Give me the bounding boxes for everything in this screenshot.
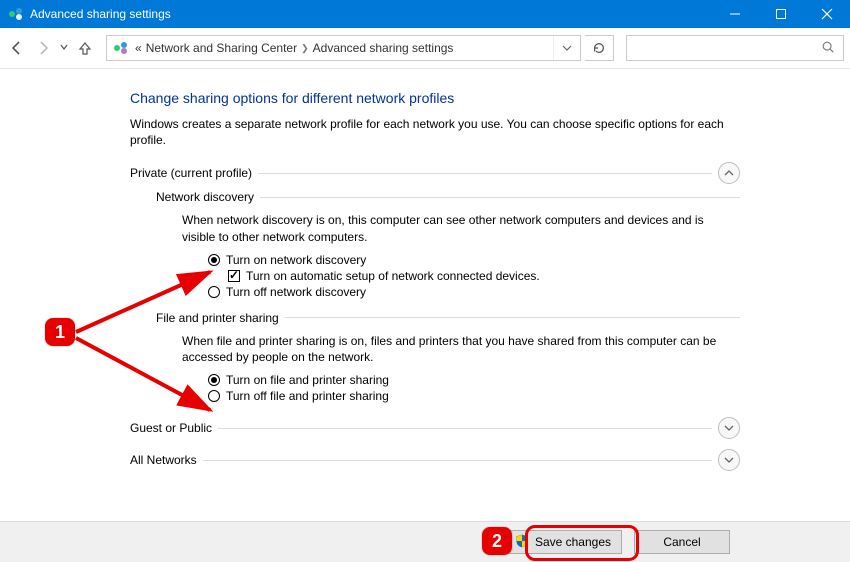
search-icon <box>821 40 835 57</box>
profile-header-private[interactable]: Private (current profile) <box>130 162 740 184</box>
radio-label: Turn off network discovery <box>226 285 366 299</box>
up-button[interactable] <box>74 37 96 59</box>
profile-header-all[interactable]: All Networks <box>130 449 740 471</box>
network-discovery-desc: When network discovery is on, this compu… <box>182 212 740 244</box>
breadcrumb-prefix: « <box>135 41 142 55</box>
save-changes-button[interactable]: Save changes <box>504 530 622 554</box>
uac-shield-icon <box>515 534 529 551</box>
address-bar-history-button[interactable] <box>553 36 580 60</box>
close-button[interactable] <box>804 0 850 28</box>
annotation-number: 2 <box>492 531 502 552</box>
button-bar: Save changes Cancel <box>0 521 850 562</box>
minimize-button[interactable] <box>712 0 758 28</box>
chevron-right-icon: ❯ <box>301 43 309 54</box>
cancel-button[interactable]: Cancel <box>634 530 730 554</box>
network-discovery-options: Turn on network discovery Turn on automa… <box>208 253 740 299</box>
divider <box>260 197 740 198</box>
network-sharing-icon <box>113 40 129 56</box>
button-label: Save changes <box>535 535 611 549</box>
address-bar[interactable]: « Network and Sharing Center ❯ Advanced … <box>106 35 581 61</box>
divider <box>258 173 712 174</box>
refresh-button[interactable] <box>585 35 614 61</box>
subsection-label: Network discovery <box>156 190 254 204</box>
radio-fps-off[interactable]: Turn off file and printer sharing <box>208 389 740 403</box>
page-description: Windows creates a separate network profi… <box>130 116 740 148</box>
annotation-marker-1: 1 <box>45 318 75 346</box>
back-button[interactable] <box>6 37 28 59</box>
button-label: Cancel <box>663 535 700 549</box>
file-printer-options: Turn on file and printer sharing Turn of… <box>208 373 740 403</box>
divider <box>203 460 712 461</box>
titlebar: Advanced sharing settings <box>0 0 850 28</box>
chevron-down-icon[interactable] <box>718 449 740 471</box>
window-title: Advanced sharing settings <box>30 7 171 21</box>
annotation-marker-2: 2 <box>482 527 512 555</box>
profile-label: Private (current profile) <box>130 166 252 180</box>
network-sharing-icon <box>8 6 24 22</box>
subsection-header-network-discovery: Network discovery <box>156 190 740 204</box>
breadcrumb: « Network and Sharing Center ❯ Advanced … <box>135 41 453 55</box>
breadcrumb-item[interactable]: Advanced sharing settings <box>313 41 454 55</box>
divider <box>285 317 740 318</box>
window-controls <box>712 0 850 28</box>
profile-label: Guest or Public <box>130 421 212 435</box>
radio-nd-on[interactable]: Turn on network discovery <box>208 253 740 267</box>
explorer-toolbar: « Network and Sharing Center ❯ Advanced … <box>0 28 850 69</box>
radio-nd-off[interactable]: Turn off network discovery <box>208 285 740 299</box>
annotation-arrow <box>70 332 230 422</box>
profile-private-body: Network discovery When network discovery… <box>156 190 740 403</box>
forward-button[interactable] <box>32 37 54 59</box>
chevron-up-icon[interactable] <box>718 162 740 184</box>
recent-locations-button[interactable] <box>58 43 70 53</box>
page-title: Change sharing options for different net… <box>130 90 740 106</box>
breadcrumb-item[interactable]: Network and Sharing Center <box>146 41 297 55</box>
profile-label: All Networks <box>130 453 197 467</box>
checkbox-auto-setup[interactable]: Turn on automatic setup of network conne… <box>228 269 740 283</box>
file-printer-desc: When file and printer sharing is on, fil… <box>182 333 740 365</box>
radio-label: Turn on network discovery <box>226 253 366 267</box>
search-input[interactable] <box>626 35 844 61</box>
radio-label: Turn off file and printer sharing <box>226 389 389 403</box>
subsection-header-file-printer: File and printer sharing <box>156 311 740 325</box>
maximize-button[interactable] <box>758 0 804 28</box>
annotation-number: 1 <box>55 322 65 343</box>
divider <box>218 428 712 429</box>
radio-label: Turn on file and printer sharing <box>226 373 389 387</box>
radio-fps-on[interactable]: Turn on file and printer sharing <box>208 373 740 387</box>
checkbox-label: Turn on automatic setup of network conne… <box>246 269 540 283</box>
chevron-down-icon[interactable] <box>718 417 740 439</box>
